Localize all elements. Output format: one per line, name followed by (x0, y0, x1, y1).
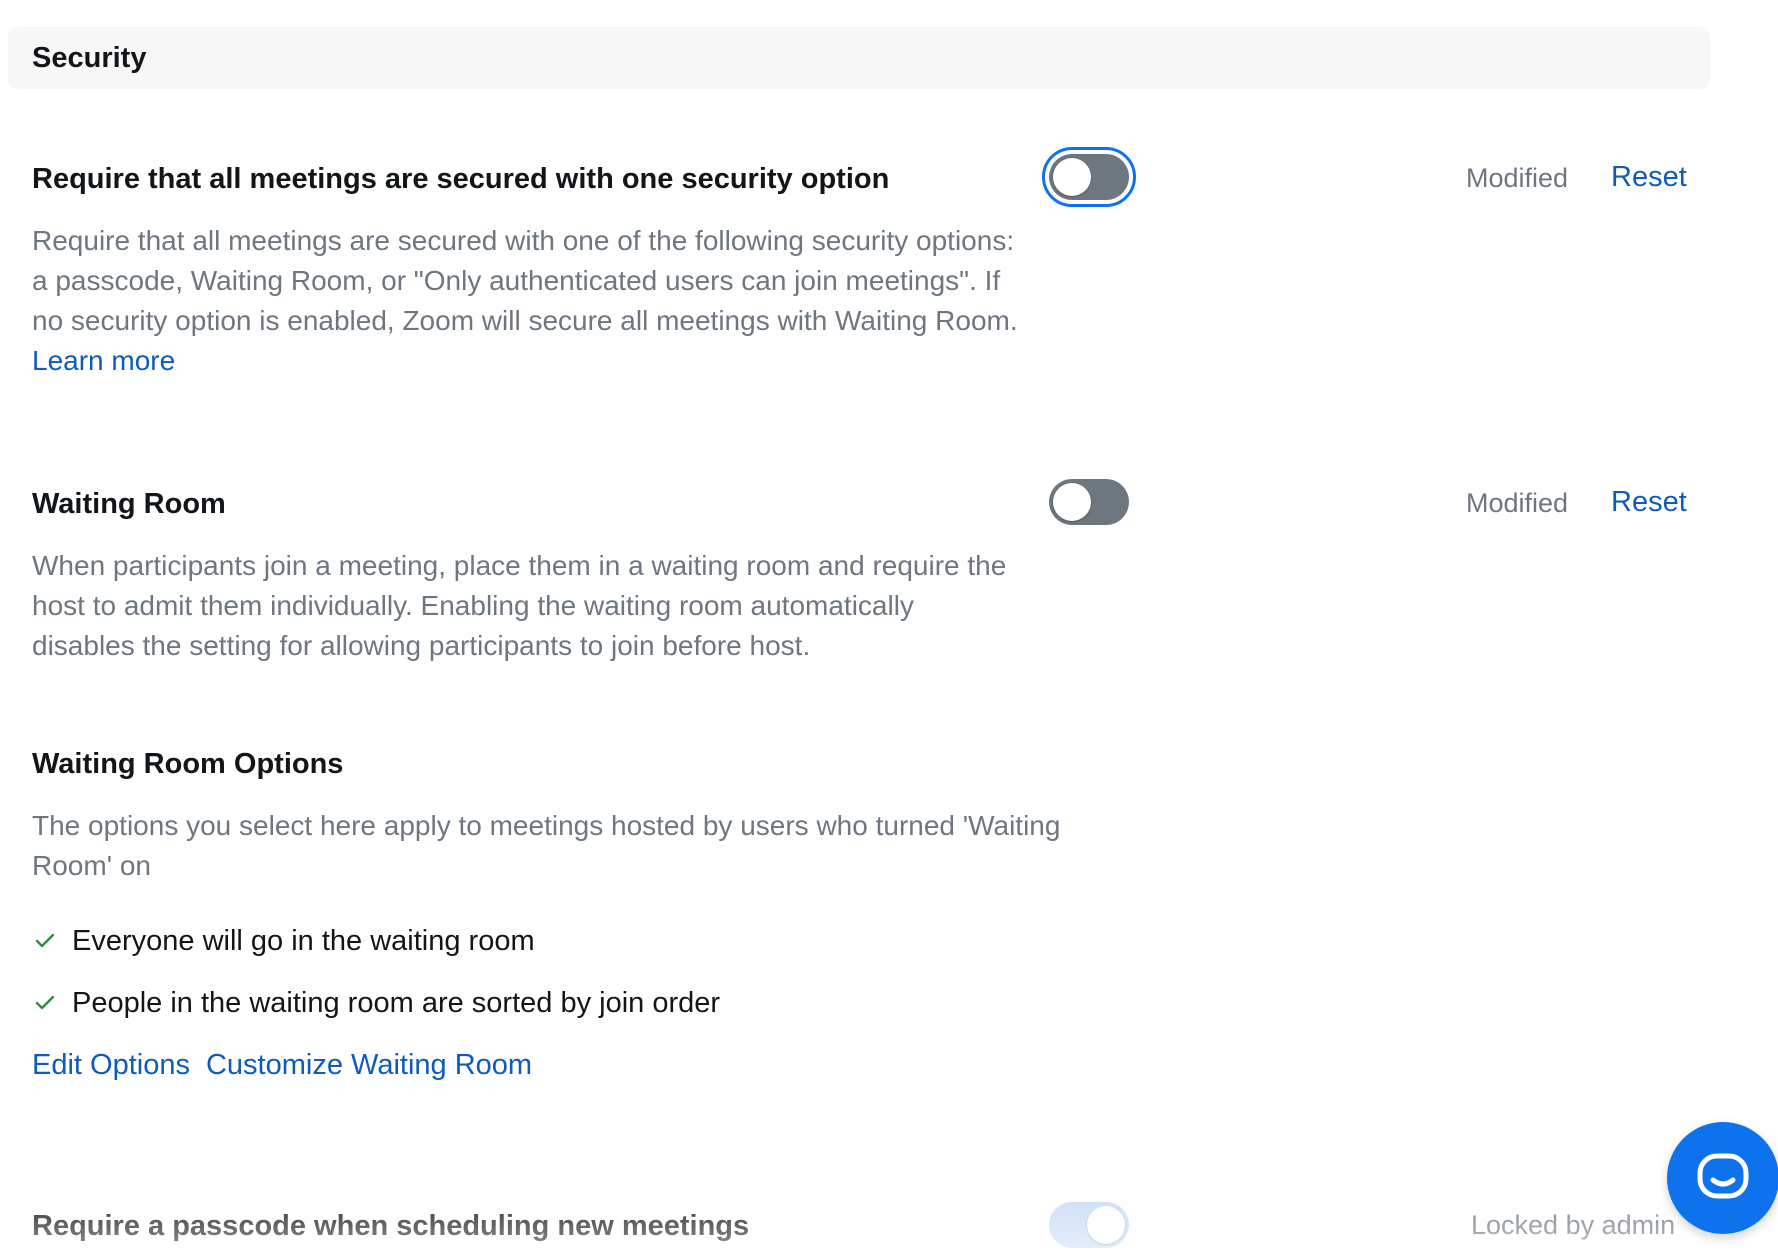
status-locked: Locked by admin (1471, 1210, 1676, 1240)
chat-button[interactable] (1667, 1122, 1778, 1234)
status-modified: Modified (1466, 488, 1569, 518)
setting-title: Require a passcode when scheduling new m… (32, 1210, 750, 1242)
check-icon (35, 933, 55, 948)
chat-bubble-icon (1697, 1153, 1749, 1199)
security-settings-page: Security Require that all meetings are s… (0, 0, 1778, 1254)
check-icon (35, 995, 55, 1010)
learn-more-link[interactable]: Learn more (32, 345, 175, 376)
setting-description: When participants join a meeting, place … (32, 550, 1007, 661)
toggle-knob (1087, 1206, 1125, 1244)
waiting-room-options-title: Waiting Room Options (32, 748, 344, 780)
option-label: People in the waiting room are sorted by… (72, 986, 721, 1019)
waiting-room-toggle[interactable] (1049, 479, 1129, 525)
waiting-room-actions: Edit Options Customize Waiting Room (32, 1047, 532, 1083)
edit-options-link[interactable]: Edit Options (32, 1049, 190, 1081)
setting-description: Require that all meetings are secured wi… (32, 221, 1022, 381)
setting-description-text: Require that all meetings are secured wi… (32, 225, 1018, 336)
option-label: Everyone will go in the waiting room (72, 924, 535, 957)
status-modified: Modified (1466, 163, 1569, 193)
setting-title: Require that all meetings are secured wi… (32, 163, 890, 195)
toggle-knob (1053, 483, 1091, 521)
reset-button[interactable]: Reset (1611, 485, 1687, 519)
customize-waiting-room-link[interactable]: Customize Waiting Room (206, 1049, 532, 1081)
reset-button[interactable]: Reset (1611, 160, 1687, 194)
option-item: People in the waiting room are sorted by… (32, 983, 720, 1023)
require-security-option-toggle[interactable] (1049, 154, 1129, 200)
waiting-room-options-description: The options you select here apply to mee… (32, 810, 1061, 881)
option-item: Everyone will go in the waiting room (32, 921, 535, 961)
setting-title: Waiting Room (32, 488, 226, 520)
section-title: Security (32, 42, 147, 74)
toggle-knob (1053, 158, 1091, 196)
require-passcode-toggle[interactable] (1049, 1202, 1129, 1248)
section-header: Security (8, 27, 1710, 89)
